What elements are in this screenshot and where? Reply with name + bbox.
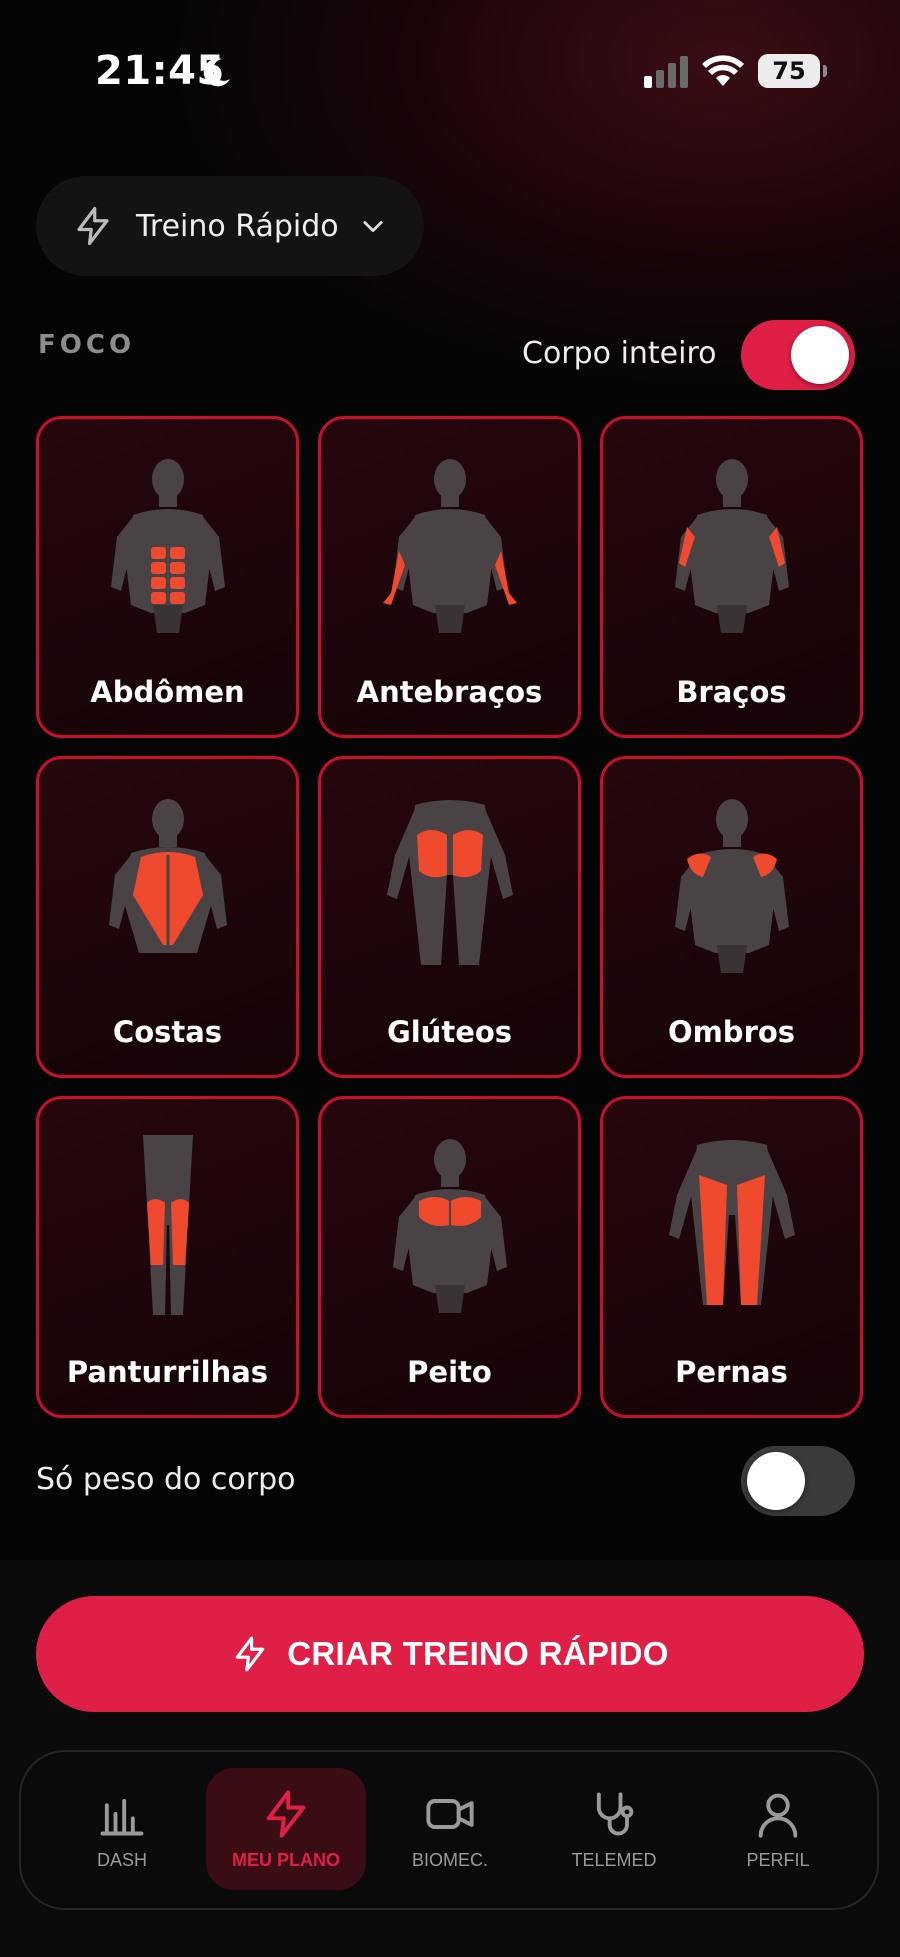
toggle-knob — [747, 1452, 805, 1510]
shoulders-figure-icon — [674, 799, 789, 973]
muscle-card-arms[interactable]: Braços — [600, 416, 863, 738]
bar-chart-icon — [100, 1798, 144, 1835]
nav-item-biomec[interactable]: BIOMEC. — [370, 1768, 530, 1890]
moon-icon — [203, 58, 230, 87]
nav-item-dash[interactable]: DASH — [42, 1768, 202, 1890]
forearms-figure-icon — [382, 459, 517, 633]
muscle-card-label: Braços — [676, 675, 787, 709]
nav-item-perfil[interactable]: PERFIL — [698, 1768, 858, 1890]
muscle-card-calves[interactable]: Panturrilhas — [36, 1096, 299, 1418]
chevron-down-icon — [363, 221, 383, 233]
lightning-bolt-icon — [266, 1789, 306, 1838]
muscle-card-label: Ombros — [667, 1015, 796, 1049]
focus-section-label: FOCO — [38, 330, 136, 360]
chest-figure-icon — [392, 1139, 507, 1313]
back-figure-icon — [108, 799, 227, 953]
nav-item-meu-plano[interactable]: MEU PLANO — [206, 1768, 366, 1890]
nav-label: BIOMEC. — [411, 1849, 488, 1870]
battery-level: 75 — [772, 57, 806, 85]
muscle-card-label: Peito — [407, 1355, 492, 1389]
nav-label: MEU PLANO — [232, 1849, 340, 1870]
calves-figure-icon — [142, 1135, 193, 1315]
muscle-grid: Abdômen Antebraços Braços Costas Glúteos… — [36, 416, 864, 1418]
muscle-card-forearms[interactable]: Antebraços — [318, 416, 581, 738]
nav-label: PERFIL — [746, 1849, 810, 1870]
bodyweight-toggle[interactable] — [741, 1446, 855, 1516]
toggle-knob — [791, 326, 849, 384]
mode-label: Treino Rápido — [136, 208, 339, 244]
mode-selector[interactable]: Treino Rápido — [36, 176, 424, 276]
lightning-bolt-icon — [235, 1636, 265, 1672]
whole-body-label: Corpo inteiro — [522, 336, 717, 371]
nav-item-telemed[interactable]: TELEMED — [534, 1768, 694, 1890]
muscle-card-legs[interactable]: Pernas — [600, 1096, 863, 1418]
wifi-icon — [702, 55, 744, 86]
muscle-card-shoulders[interactable]: Ombros — [600, 756, 863, 1078]
muscle-card-label: Abdômen — [90, 675, 245, 709]
create-quick-workout-button[interactable]: CRIAR TREINO RÁPIDO — [36, 1596, 864, 1712]
nav-label: TELEMED — [571, 1849, 657, 1870]
whole-body-toggle[interactable] — [741, 320, 855, 390]
legs-figure-icon — [668, 1140, 795, 1305]
abdomen-figure-icon — [110, 459, 225, 633]
muscle-card-label: Panturrilhas — [66, 1355, 269, 1389]
muscle-card-label: Antebraços — [356, 675, 543, 709]
muscle-card-back[interactable]: Costas — [36, 756, 299, 1078]
cellular-signal-icon — [644, 56, 688, 88]
user-icon — [758, 1793, 798, 1838]
muscle-card-label: Glúteos — [386, 1015, 513, 1049]
bodyweight-label: Só peso do corpo — [36, 1462, 296, 1497]
muscle-card-chest[interactable]: Peito — [318, 1096, 581, 1418]
muscle-card-label: Pernas — [675, 1355, 788, 1389]
status-bar: 21:45 75 — [0, 0, 900, 150]
video-camera-icon — [426, 1798, 474, 1829]
bottom-nav: DASH MEU PLANO BIOMEC. TELEMED PERFIL — [19, 1750, 879, 1910]
stethoscope-icon — [596, 1792, 634, 1835]
glutes-figure-icon — [386, 800, 513, 965]
cta-label: CRIAR TREINO RÁPIDO — [287, 1635, 669, 1672]
muscle-card-glutes[interactable]: Glúteos — [318, 756, 581, 1078]
arms-figure-icon — [674, 459, 789, 633]
nav-label: DASH — [96, 1849, 147, 1870]
battery-icon: 75 — [758, 54, 827, 88]
muscle-card-abdomen[interactable]: Abdômen — [36, 416, 299, 738]
muscle-card-label: Costas — [112, 1015, 223, 1049]
lightning-bolt-icon — [77, 206, 109, 246]
